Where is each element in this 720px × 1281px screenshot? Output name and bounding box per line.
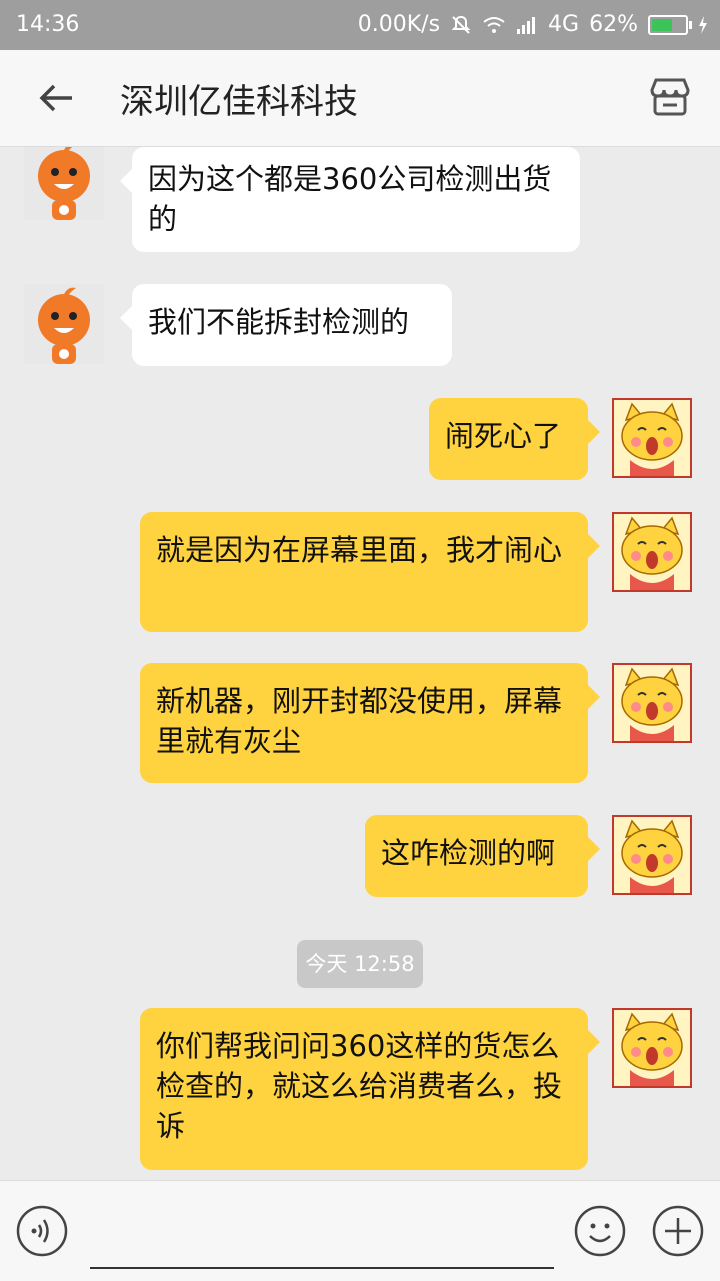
- user-avatar[interactable]: [612, 1008, 692, 1088]
- message-bubble[interactable]: 你们帮我问问360这样的货怎么检查的，就这么给消费者么，投诉: [140, 1008, 600, 1170]
- network-type: 4G: [548, 12, 580, 37]
- shop-avatar[interactable]: [24, 284, 104, 364]
- message-timestamp: 今天 12:58: [297, 940, 423, 988]
- chat-title: 深圳亿佳科科技: [120, 82, 358, 122]
- message-bubble[interactable]: 新机器，刚开封都没使用，屏幕里就有灰尘: [140, 663, 600, 783]
- network-speed: 0.00K/s: [357, 12, 441, 37]
- plus-icon[interactable]: [652, 1205, 704, 1257]
- message-bubble[interactable]: 这咋检测的啊: [365, 815, 600, 897]
- battery-percent: 62%: [589, 12, 638, 37]
- status-time: 14:36: [16, 12, 80, 37]
- status-bar: 14:36 0.00K/s 4G 62%: [0, 0, 720, 50]
- wifi-icon: [483, 16, 505, 33]
- battery-icon: [648, 14, 692, 35]
- message-bubble[interactable]: 因为这个都是360公司检测出货的: [120, 147, 580, 252]
- voice-icon[interactable]: [16, 1205, 68, 1257]
- message-bubble[interactable]: 闹死心了: [429, 398, 600, 480]
- user-avatar[interactable]: [612, 398, 692, 478]
- message-bubble[interactable]: 我们不能拆封检测的: [120, 284, 452, 366]
- status-right: 0.00K/s 4G 62%: [358, 12, 708, 37]
- user-avatar[interactable]: [612, 512, 692, 592]
- user-avatar[interactable]: [612, 815, 692, 895]
- input-bar: [0, 1180, 720, 1281]
- message-input[interactable]: [90, 1195, 554, 1269]
- chat-messages[interactable]: 因为这个都是360公司检测出货的 我们不能拆封检测的 闹死心了 就是因为在屏幕里…: [0, 147, 720, 1180]
- charging-icon: [699, 15, 707, 34]
- store-icon[interactable]: [648, 76, 692, 120]
- mute-bell-icon: [451, 15, 471, 34]
- chat-header: 深圳亿佳科科技: [0, 50, 720, 147]
- emoji-icon[interactable]: [574, 1205, 626, 1257]
- user-avatar[interactable]: [612, 663, 692, 743]
- signal-icon: [517, 16, 536, 34]
- message-bubble[interactable]: 就是因为在屏幕里面，我才闹心: [140, 512, 600, 632]
- shop-avatar[interactable]: [24, 147, 104, 220]
- back-arrow-icon[interactable]: [36, 78, 76, 118]
